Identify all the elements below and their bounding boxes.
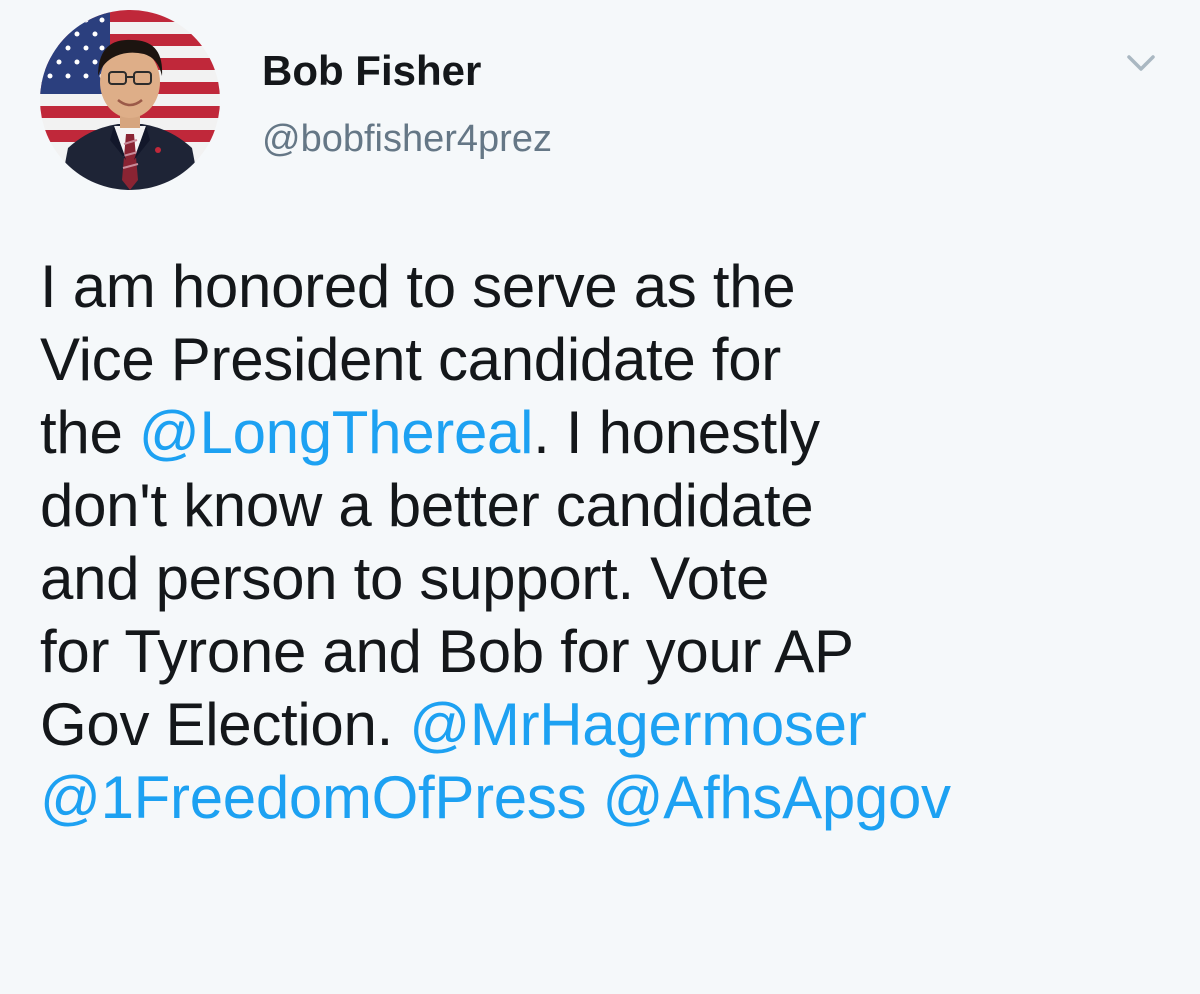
mention-link[interactable]: @AfhsApgov <box>603 764 951 831</box>
tweet-text-segment: I am honored to serve as the <box>40 253 796 320</box>
mention-link[interactable]: @1FreedomOfPress <box>40 764 587 831</box>
tweet-text-segment: don't know a better candidate <box>40 472 814 539</box>
tweet-text-segment: and person to support. Vote <box>40 545 770 612</box>
tweet-text-segment: Vice President candidate for <box>40 326 781 393</box>
display-name[interactable]: Bob Fisher <box>262 46 481 96</box>
tweet-text-segment: the <box>40 399 139 466</box>
tweet-text-line: I am honored to serve as the <box>40 250 1180 323</box>
tweet-text-line: Vice President candidate for <box>40 323 1180 396</box>
tweet-text-segment: for Tyrone and Bob for your AP <box>40 618 854 685</box>
tweet-text-segment: Gov Election. <box>40 691 410 758</box>
mention-link[interactable]: @LongThereal <box>139 399 534 466</box>
tweet-text-segment <box>586 764 602 831</box>
profile-photo-icon <box>40 10 220 190</box>
tweet-text-line: Gov Election. @MrHagermoser <box>40 688 1180 761</box>
tweet-text-line: and person to support. Vote <box>40 542 1180 615</box>
chevron-down-icon[interactable] <box>1118 42 1164 82</box>
tweet-card: Bob Fisher @bobfisher4prez I am honored … <box>0 0 1200 994</box>
mention-link[interactable]: @MrHagermoser <box>409 691 866 758</box>
tweet-text-line: don't know a better candidate <box>40 469 1180 542</box>
tweet-text-line: for Tyrone and Bob for your AP <box>40 615 1180 688</box>
tweet-text-segment: . I honestly <box>533 399 820 466</box>
tweet-text: I am honored to serve as the Vice Preside… <box>40 250 1180 834</box>
tweet-text-line: @1FreedomOfPress @AfhsApgov <box>40 761 1180 834</box>
tweet-text-line: the @LongThereal. I honestly <box>40 396 1180 469</box>
user-handle[interactable]: @bobfisher4prez <box>262 116 552 162</box>
avatar[interactable] <box>40 10 220 190</box>
